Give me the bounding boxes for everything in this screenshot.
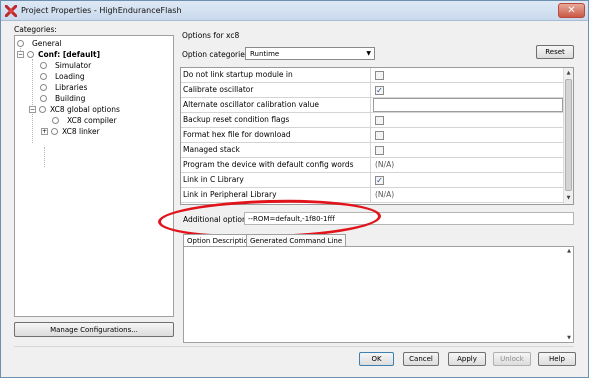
tree-item-xc8-linker[interactable]: + XC8 linker (41, 126, 100, 137)
window-title: Project Properties - HighEnduranceFlash (21, 6, 182, 15)
option-value-field[interactable] (373, 98, 563, 112)
tree-node-icon (52, 117, 59, 124)
tree-item-label: Building (55, 94, 86, 103)
tree-item-label: General (32, 39, 62, 48)
option-checkbox[interactable] (375, 146, 384, 155)
tab-label: Option Description (187, 237, 253, 245)
apply-button-label: Apply (457, 355, 477, 363)
tree-item-libraries[interactable]: Libraries (40, 82, 87, 93)
tree-item-xc8-compiler[interactable]: XC8 compiler (52, 115, 117, 126)
option-row[interactable]: Alternate oscillator calibration value (181, 98, 563, 113)
tree-node-icon (40, 73, 47, 80)
tree-item-label: Simulator (55, 61, 92, 70)
tree-item-label: Libraries (55, 83, 88, 92)
option-checkbox[interactable] (375, 116, 384, 125)
scroll-up-icon[interactable]: ▲ (567, 248, 571, 254)
option-value: (N/A) (375, 160, 395, 169)
option-row[interactable]: Link in C Library ✓ (181, 173, 563, 188)
close-button[interactable]: ✕ (558, 3, 585, 18)
tree-item-conf-default[interactable]: − Conf: [default] (17, 49, 100, 60)
option-value: (N/A) (375, 190, 395, 199)
unlock-button[interactable]: Unlock (493, 352, 531, 366)
manage-configurations-button[interactable]: Manage Configurations... (14, 322, 174, 337)
option-checkbox[interactable] (375, 131, 384, 140)
scroll-down-icon[interactable]: ▼ (564, 194, 573, 203)
collapse-icon[interactable]: − (17, 51, 24, 58)
option-name: Format hex file for download (181, 128, 371, 143)
footer-divider (14, 346, 574, 347)
scroll-up-icon[interactable]: ▲ (564, 69, 573, 78)
expand-icon[interactable]: + (41, 128, 48, 135)
tree-node-icon (27, 51, 34, 58)
option-checkbox[interactable]: ✓ (375, 176, 384, 185)
reset-button-label: Reset (545, 48, 565, 56)
option-name: Alternate oscillator calibration value (181, 98, 371, 113)
tree-item-loading[interactable]: Loading (40, 71, 85, 82)
option-checkbox[interactable]: ✓ (375, 86, 384, 95)
apply-button[interactable]: Apply (448, 352, 486, 366)
option-row[interactable]: Format hex file for download (181, 128, 563, 143)
ok-button-label: OK (371, 355, 382, 363)
tree-node-icon (40, 62, 47, 69)
cancel-button[interactable]: Cancel (403, 352, 439, 366)
option-name: Calibrate oscillator (181, 83, 371, 98)
options-header: Options for xc8 (182, 31, 240, 40)
option-row[interactable]: Calibrate oscillator ✓ (181, 83, 563, 98)
options-scrollbar[interactable]: ▲ ▼ (563, 68, 573, 204)
reset-button[interactable]: Reset (536, 45, 574, 59)
cancel-button-label: Cancel (409, 355, 433, 363)
scroll-down-icon[interactable]: ▼ (567, 335, 571, 341)
tree-item-general[interactable]: General (17, 38, 62, 49)
tree-item-label: Loading (55, 72, 85, 81)
scrollbar-thumb[interactable] (565, 79, 572, 191)
close-icon: ✕ (567, 4, 576, 16)
option-checkbox[interactable] (375, 71, 384, 80)
options-grid: Do not link startup module in Calibrate … (180, 67, 574, 205)
option-row[interactable]: Program the device with default config w… (181, 158, 563, 173)
help-button-label: Help (549, 355, 565, 363)
tree-item-label: XC8 global options (50, 105, 120, 114)
chevron-down-icon: ▼ (366, 50, 371, 57)
categories-tree: General − Conf: [default] Simulator Load… (14, 35, 174, 317)
manage-configurations-label: Manage Configurations... (50, 325, 138, 334)
tree-node-icon (51, 128, 58, 135)
tree-item-simulator[interactable]: Simulator (40, 60, 91, 71)
collapse-icon[interactable]: − (29, 106, 36, 113)
ok-button[interactable]: OK (359, 352, 394, 366)
option-categories-value: Runtime (250, 49, 280, 58)
option-row[interactable]: Managed stack (181, 143, 563, 158)
app-logo-icon (5, 5, 17, 17)
option-categories-label: Option categories: (182, 50, 252, 59)
option-name: Backup reset condition flags (181, 113, 371, 128)
option-name: Program the device with default config w… (181, 158, 371, 173)
tree-node-icon (39, 106, 46, 113)
option-categories-select[interactable]: Runtime ▼ (245, 47, 375, 60)
tree-line (44, 147, 45, 167)
tree-node-icon (40, 95, 47, 102)
tree-item-label: Conf: [default] (38, 50, 100, 59)
tree-node-icon (17, 40, 24, 47)
option-description-pane: ▲ ▼ (183, 246, 574, 343)
tree-item-label: XC8 compiler (67, 116, 117, 125)
option-name: Do not link startup module in (181, 68, 371, 83)
tree-node-icon (40, 84, 47, 91)
option-row[interactable]: Backup reset condition flags (181, 113, 563, 128)
unlock-button-label: Unlock (500, 355, 524, 363)
tree-item-label: XC8 linker (62, 127, 100, 136)
tree-item-building[interactable]: Building (40, 93, 85, 104)
project-properties-dialog: Project Properties - HighEnduranceFlash … (0, 0, 589, 378)
tree-line (32, 59, 33, 143)
tree-item-xc8-global-options[interactable]: − XC8 global options (29, 104, 120, 115)
option-name: Link in C Library (181, 173, 371, 188)
help-button[interactable]: Help (538, 352, 576, 366)
option-name: Managed stack (181, 143, 371, 158)
title-bar[interactable]: Project Properties - HighEnduranceFlash … (1, 1, 588, 21)
categories-label: Categories: (14, 25, 57, 34)
tab-label: Generated Command Line (250, 237, 343, 245)
option-row[interactable]: Do not link startup module in (181, 68, 563, 83)
